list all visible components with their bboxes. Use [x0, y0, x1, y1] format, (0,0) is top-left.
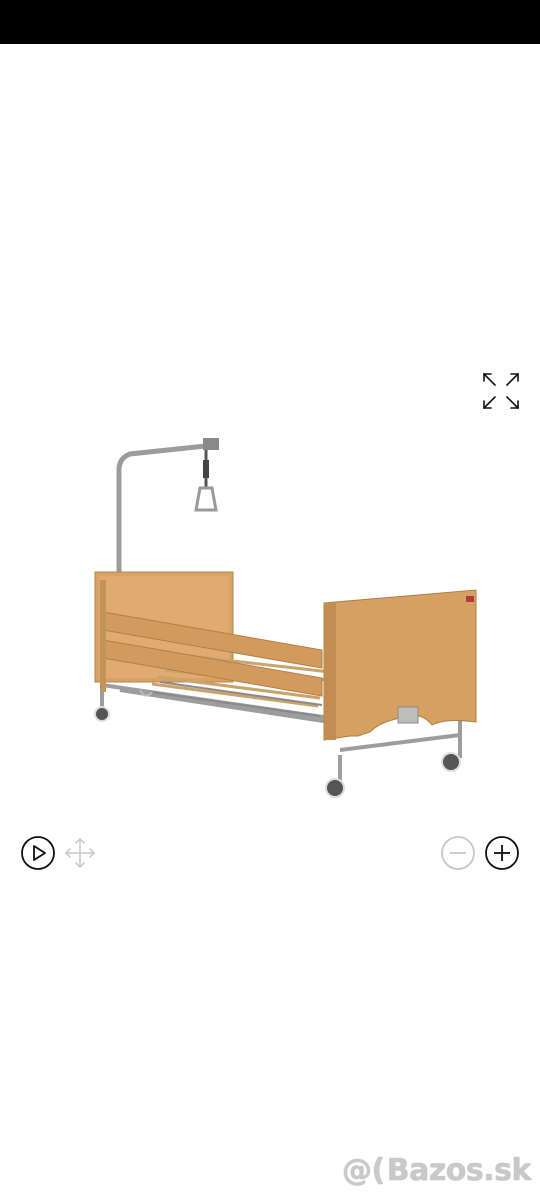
zoom-in-button[interactable]: [484, 835, 520, 871]
watermark-prefix: @(: [342, 1152, 385, 1188]
move-arrows-icon: [65, 838, 95, 868]
zoom-out-button[interactable]: [440, 835, 476, 871]
plus-circle-icon: [485, 836, 519, 870]
bazos-watermark: @( Bazos.sk: [342, 1150, 531, 1190]
watermark-text: Bazos.sk: [386, 1152, 532, 1188]
play-circle-icon: [21, 836, 55, 870]
minus-circle-icon: [441, 836, 475, 870]
pan-button[interactable]: [62, 835, 98, 871]
product-image[interactable]: [40, 400, 510, 820]
trapeze-pole: [116, 442, 218, 585]
play-button[interactable]: [20, 835, 56, 871]
status-bar: [0, 0, 540, 44]
